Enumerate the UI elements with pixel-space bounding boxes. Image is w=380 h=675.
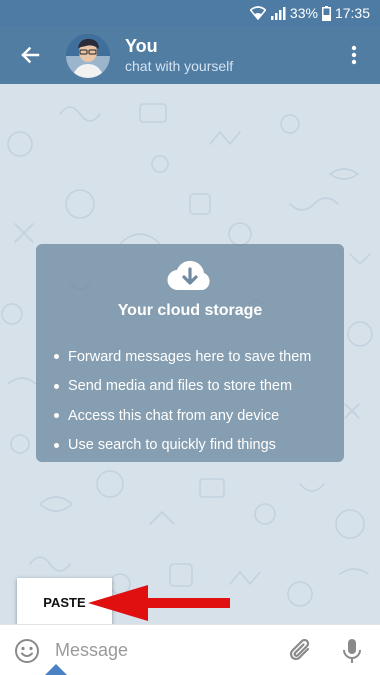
bullet [54, 354, 59, 360]
battery-icon [321, 5, 331, 21]
clock: 17:35 [334, 5, 370, 21]
list-item-text: Forward messages here to save them [68, 348, 312, 365]
chat-area[interactable]: Your cloud storage Forward messages here… [0, 84, 380, 624]
list-item: Access this chat from any device [54, 401, 311, 431]
mic-icon [343, 639, 361, 663]
emoji-icon [15, 639, 39, 663]
bullet [54, 383, 59, 389]
avatar[interactable] [66, 34, 110, 78]
text-cursor-handle[interactable] [45, 664, 67, 675]
list-item: Forward messages here to save them [54, 342, 311, 372]
list-item: Use search to quickly find things [54, 431, 311, 461]
attach-button[interactable] [288, 637, 314, 670]
list-item-text: Use search to quickly find things [68, 437, 276, 454]
cloud-card-title: Your cloud storage [117, 302, 263, 319]
more-options-button[interactable] [344, 42, 364, 68]
battery-percent: 33% [289, 5, 318, 21]
chat-subtitle: chat with yourself [125, 58, 234, 74]
list-item-text: Send media and files to store them [68, 378, 293, 395]
more-vert-icon [351, 45, 357, 65]
back-button[interactable] [17, 42, 43, 68]
attach-icon [289, 638, 310, 661]
telegram-chat-screen: 33% 17:35 You chat with yourself Your cl… [0, 0, 380, 675]
cloud-storage-card: Your cloud storage Forward messages here… [36, 244, 344, 462]
annotation-arrow-icon [88, 585, 230, 621]
cloud-features-list: Forward messages here to save them Send … [54, 342, 311, 460]
voice-message-button[interactable] [341, 637, 363, 670]
bullet [54, 442, 59, 448]
bullet [54, 413, 59, 419]
status-bar: 33% 17:35 [0, 0, 380, 26]
chat-title[interactable]: You [125, 36, 158, 57]
back-arrow-icon [21, 46, 40, 64]
cloud-download-icon [167, 260, 210, 291]
signal-icon [270, 6, 286, 20]
message-input[interactable] [55, 637, 275, 663]
emoji-button[interactable] [14, 638, 40, 669]
chat-header: You chat with yourself [0, 26, 380, 84]
list-item-text: Access this chat from any device [68, 407, 280, 424]
list-item: Send media and files to store them [54, 372, 311, 402]
wifi-icon [249, 6, 266, 20]
